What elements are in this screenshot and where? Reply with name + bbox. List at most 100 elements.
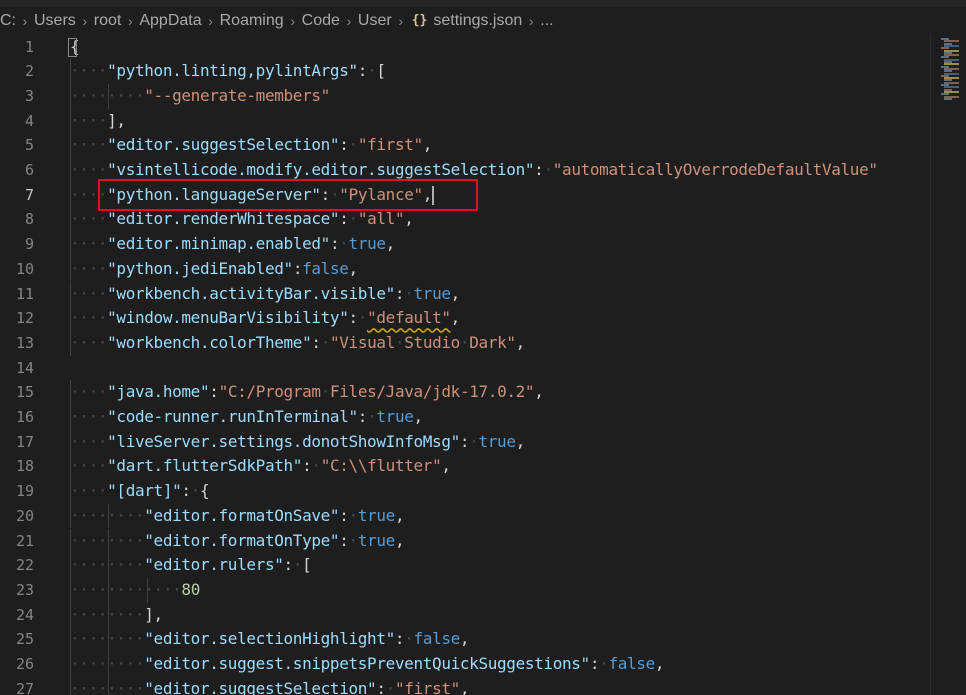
json-punctuation: , [450, 308, 461, 328]
json-string: "automaticallyOverrodeDefaultValue" [552, 160, 878, 179]
json-boolean: false [608, 654, 655, 673]
whitespace-marker: ···· [70, 258, 108, 278]
line-number: 23 [15, 580, 34, 599]
code-editor[interactable]: 1{2 ····"python.linting,pylintArgs":·[3 ··… [0, 34, 930, 695]
json-key: "java.home" [107, 382, 210, 402]
code-line[interactable]: 6 ····"vsintellicode.modify.editor.sugges… [0, 158, 930, 183]
code-line[interactable]: 3 ········"--generate-members" [0, 83, 930, 109]
json-punctuation: , [515, 332, 526, 352]
whitespace-marker: ········ [70, 555, 145, 575]
json-key: "editor.minimap.enabled" [107, 234, 330, 254]
json-punctuation: :· [357, 407, 377, 426]
breadcrumb-item[interactable]: Code [302, 12, 340, 30]
json-punctuation: :· [339, 135, 358, 155]
json-key: "[dart]" [107, 481, 182, 501]
line-number: 26 [15, 655, 34, 673]
breadcrumb-item[interactable]: ... [540, 12, 553, 30]
code-text: ········"editor.selectionHighlight":·fal… [70, 627, 470, 652]
json-punctuation: , [459, 678, 470, 695]
code-line[interactable]: 16 ····"code-runner.runInTerminal":·true, [0, 405, 930, 430]
code-text: ····"python.languageServer":·"Pylance", [70, 183, 435, 208]
code-line[interactable]: 23 ············80 [0, 577, 930, 603]
json-punctuation: , [348, 258, 359, 278]
breadcrumb-item[interactable]: AppData [139, 12, 201, 30]
code-text: ········"editor.suggestSelection":·"firs… [70, 677, 470, 695]
bracket-match-box [68, 37, 77, 57]
breadcrumb-chevron-icon: › [208, 12, 213, 29]
breadcrumb-item[interactable]: root [94, 12, 122, 30]
code-line[interactable]: 26 ········"editor.suggest.snippetsPreven… [0, 652, 930, 677]
code-line[interactable]: 11 ····"workbench.activityBar.visible":·t… [0, 281, 930, 307]
whitespace-marker: ···· [70, 283, 108, 303]
line-number: 2 [24, 62, 34, 81]
line-number: 25 [15, 630, 34, 649]
breadcrumb-chevron-icon: › [290, 12, 295, 29]
breadcrumb-item[interactable]: Users [34, 12, 76, 30]
code-line[interactable]: 24 ········], [0, 602, 930, 628]
code-line[interactable]: 2 ····"python.linting,pylintArgs":·[ [0, 59, 930, 84]
line-number: 27 [15, 679, 34, 695]
whitespace-marker: ········ [70, 654, 145, 673]
code-line[interactable]: 19 ····"[dart]":·{ [0, 479, 930, 504]
code-line[interactable]: 1{ [0, 35, 930, 60]
code-line[interactable]: 18 ····"dart.flutterSdkPath":·"C:\\flutte… [0, 454, 930, 480]
json-punctuation: :· [394, 629, 414, 649]
code-line[interactable]: 20 ········"editor.formatOnSave":·true, [0, 503, 930, 529]
whitespace-marker: ···· [70, 209, 108, 229]
code-text: ········], [70, 603, 163, 628]
code-line[interactable]: 8 ····"editor.renderWhitespace":·"all", [0, 207, 930, 233]
code-line[interactable]: 25 ········"editor.selectionHighlight":·f… [0, 627, 930, 652]
breadcrumb-item[interactable]: User [358, 12, 392, 30]
line-number: 12 [15, 309, 34, 328]
breadcrumb-chevron-icon: › [346, 12, 352, 29]
whitespace-marker: ···· [70, 382, 108, 402]
json-key: "editor.rulers" [144, 555, 284, 575]
code-line[interactable]: 21 ········"editor.formatOnType":·true, [0, 528, 930, 554]
code-line[interactable]: 5 ····"editor.suggestSelection":·"first", [0, 133, 930, 158]
json-boolean: false [413, 629, 461, 649]
json-string: "--generate-members" [144, 85, 330, 105]
json-string: "first" [394, 678, 460, 695]
json-punctuation: :· [329, 234, 349, 254]
line-number: 6 [24, 161, 34, 179]
vertical-scrollbar[interactable] [959, 34, 966, 695]
json-key: "workbench.activityBar.visible" [107, 283, 395, 303]
json-boolean: true [376, 407, 414, 426]
code-line[interactable]: 27 ········"editor.suggestSelection":·"fi… [0, 676, 930, 695]
json-punctuation: :·[ [283, 555, 312, 575]
json-file-icon: {} [411, 13, 428, 28]
whitespace-marker: ···· [70, 308, 108, 328]
code-line[interactable]: 7 ····"python.languageServer":·"Pylance", [0, 182, 930, 208]
json-punctuation: :· [339, 209, 358, 229]
json-punctuation: , [394, 530, 405, 550]
code-line[interactable]: 17 ····"liveServer.settings.donotShowInfo… [0, 429, 930, 455]
breadcrumb-chevron-icon: › [398, 12, 404, 29]
json-boolean: true [357, 505, 395, 525]
code-line[interactable]: 10 ····"python.jediEnabled":false, [0, 256, 930, 282]
code-line[interactable]: 9 ····"editor.minimap.enabled":·true, [0, 232, 930, 257]
code-text: ········"--generate-members" [70, 84, 330, 109]
line-number: 22 [15, 556, 34, 575]
code-line[interactable]: 13 ····"workbench.colorTheme":·"Visual·St… [0, 330, 930, 356]
json-punctuation: :· [339, 505, 358, 525]
code-line[interactable]: 22 ········"editor.rulers":·[ [0, 553, 930, 578]
json-key: "python.jediEnabled" [107, 258, 293, 278]
breadcrumb-item[interactable]: settings.json [433, 12, 522, 30]
json-number: 80 [181, 579, 200, 599]
code-line[interactable]: 4 ····], [0, 108, 930, 134]
json-punctuation: , [422, 184, 433, 204]
code-line[interactable]: 12 ····"window.menuBarVisibility":·"defau… [0, 306, 930, 331]
line-number: 8 [24, 210, 34, 229]
json-key: "editor.formatOnType" [144, 530, 340, 550]
whitespace-marker: ········ [70, 604, 145, 624]
breadcrumb-item[interactable]: Roaming [220, 12, 284, 30]
json-punctuation: :· [589, 654, 609, 673]
code-line[interactable]: 14 [0, 356, 930, 381]
json-punctuation: : [209, 382, 219, 402]
breadcrumb-item[interactable]: C: [0, 12, 16, 30]
code-text: ····"vsintellicode.modify.editor.suggest… [70, 158, 878, 183]
code-line[interactable]: 15 ····"java.home":"C:/Program·Files/Java… [0, 380, 930, 405]
json-key: "python.languageServer" [107, 184, 321, 204]
breadcrumb-chevron-icon: › [22, 12, 28, 29]
json-boolean: true [348, 234, 386, 254]
